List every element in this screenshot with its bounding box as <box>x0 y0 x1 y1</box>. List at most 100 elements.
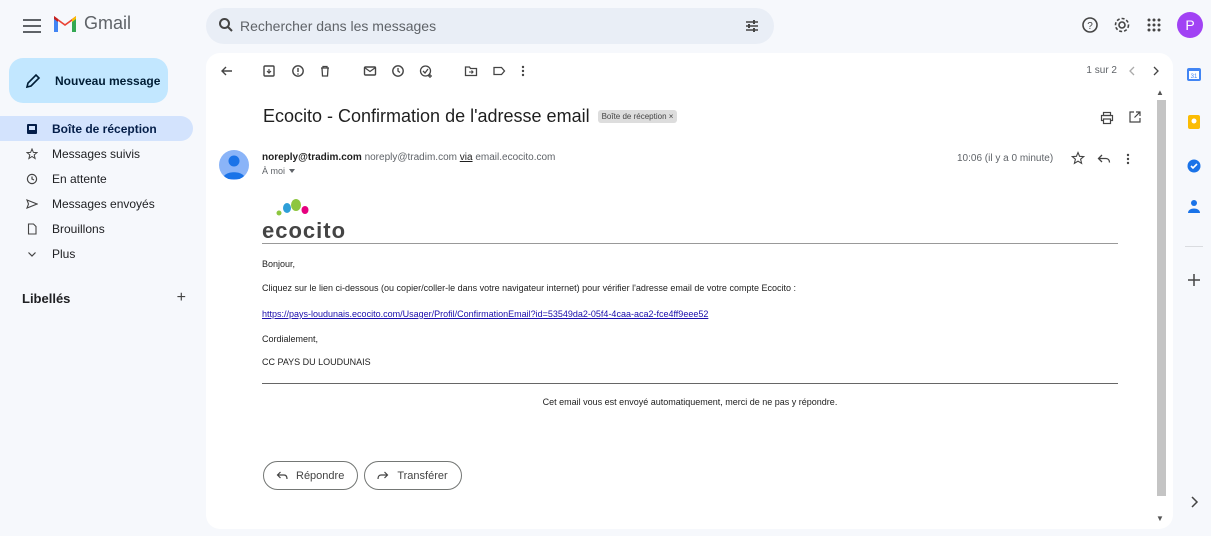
apps-grid-icon[interactable] <box>1145 16 1163 34</box>
sidebar-item-snoozed[interactable]: En attente <box>0 166 193 191</box>
message-subject-row: Ecocito - Confirmation de l'adresse emai… <box>263 106 678 127</box>
pagination-count: 1 sur 2 <box>1086 65 1117 76</box>
draft-icon <box>26 222 38 235</box>
back-arrow-icon[interactable] <box>220 64 234 78</box>
reply-arrow-icon <box>276 471 288 479</box>
search-input[interactable] <box>240 8 700 44</box>
open-in-new-window-icon[interactable] <box>1128 110 1142 124</box>
reply-button[interactable]: Répondre <box>263 461 359 490</box>
app-name: Gmail <box>84 13 132 33</box>
sidebar-item-more[interactable]: Plus <box>0 241 193 266</box>
sidebar-item-label: Messages suivis <box>52 146 141 161</box>
add-addon-plus-icon[interactable] <box>1186 272 1202 288</box>
top-bar: Gmail ? P <box>0 0 1211 52</box>
inbox-label-badge[interactable]: Boîte de réception × <box>597 110 678 123</box>
scroll-thumb[interactable] <box>1157 100 1166 496</box>
inbox-icon <box>26 123 38 135</box>
sidebar-item-sent[interactable]: Messages envoyés <box>0 191 193 216</box>
closing-text: Cordialement, <box>262 334 319 344</box>
greeting-text: Bonjour, <box>262 259 296 269</box>
main-menu-icon[interactable] <box>20 14 44 38</box>
recipient-label: À moi <box>262 166 286 176</box>
next-chevron-icon[interactable] <box>1150 64 1162 78</box>
contacts-icon[interactable] <box>1186 198 1202 214</box>
search-bar <box>206 8 774 44</box>
reply-icon[interactable] <box>1097 153 1111 165</box>
tasks-icon[interactable] <box>1186 158 1202 174</box>
message-more-icon[interactable] <box>1124 152 1132 166</box>
more-options-icon[interactable] <box>518 64 528 78</box>
sender-info: noreply@tradim.com noreply@tradim.com vi… <box>262 152 555 163</box>
sidebar-item-label: Brouillons <box>52 221 105 236</box>
sender-email: noreply@tradim.com <box>364 152 457 163</box>
ecocito-logo-icon <box>276 199 309 216</box>
keep-notes-icon[interactable] <box>1186 114 1202 130</box>
search-icon[interactable] <box>218 17 234 33</box>
email-body: ecocito Bonjour, Cliquez sur le lien ci-… <box>262 197 1118 407</box>
top-right-controls: ? P <box>1081 12 1203 38</box>
sender-avatar[interactable] <box>219 150 249 180</box>
scroll-up-arrow-icon[interactable]: ▲ <box>1156 88 1164 97</box>
send-icon <box>26 198 38 210</box>
label-icon[interactable] <box>492 64 506 78</box>
compose-label: Nouveau message <box>55 73 161 88</box>
labels-section: Libellés + <box>22 289 186 307</box>
star-icon[interactable] <box>1071 151 1085 165</box>
previous-chevron-icon[interactable] <box>1126 64 1138 78</box>
confirmation-link[interactable]: https://pays-loudunais.ecocito.com/Usage… <box>262 309 708 319</box>
search-options-icon[interactable] <box>744 18 760 34</box>
reply-label: Répondre <box>296 469 345 482</box>
forward-arrow-icon <box>377 471 389 479</box>
sidebar-nav: Boîte de réception Messages suivis En at… <box>0 116 195 266</box>
message-subject: Ecocito - Confirmation de l'adresse emai… <box>263 106 590 126</box>
gmail-logo[interactable]: Gmail <box>52 13 131 34</box>
sidebar-item-starred[interactable]: Messages suivis <box>0 141 193 166</box>
instruction-text: Cliquez sur le lien ci-dessous (ou copie… <box>262 283 796 293</box>
via-domain: email.ecocito.com <box>475 152 556 163</box>
sidebar-item-label: Boîte de réception <box>52 121 157 136</box>
footer-divider <box>262 383 1118 384</box>
side-panel-divider <box>1185 246 1203 247</box>
delete-trash-icon[interactable] <box>318 64 332 78</box>
expand-panel-chevron-icon[interactable] <box>1186 494 1202 510</box>
move-to-folder-icon[interactable] <box>464 64 478 78</box>
mark-unread-icon[interactable] <box>363 64 377 78</box>
message-toolbar: 1 sur 2 <box>206 53 1173 89</box>
via-link[interactable]: via <box>460 152 473 163</box>
message-time: 10:06 (il y a 0 minute) <box>957 153 1054 164</box>
ecocito-wordmark: ecocito <box>262 218 347 243</box>
print-icon[interactable] <box>1100 111 1114 125</box>
message-actions: Répondre Transférer <box>263 461 462 490</box>
snooze-clock-icon[interactable] <box>391 64 405 78</box>
report-spam-icon[interactable] <box>291 64 305 78</box>
clock-icon <box>26 173 38 185</box>
person-icon <box>223 155 245 179</box>
forward-button[interactable]: Transférer <box>364 461 462 490</box>
sidebar-item-label: Plus <box>52 246 76 261</box>
account-avatar[interactable]: P <box>1177 12 1203 38</box>
sender-name[interactable]: noreply@tradim.com <box>262 152 362 163</box>
side-panel: 31 <box>1180 60 1211 530</box>
settings-gear-icon[interactable] <box>1113 16 1131 34</box>
add-label-button[interactable]: + <box>177 289 186 307</box>
compose-button[interactable]: Nouveau message <box>9 58 168 103</box>
sidebar-item-label: En attente <box>52 171 107 186</box>
scroll-down-arrow-icon[interactable]: ▼ <box>1156 514 1164 523</box>
star-icon <box>26 147 38 160</box>
message-scrollbar[interactable]: ▲ ▼ <box>1154 88 1168 528</box>
recipient-details[interactable]: À moi <box>262 166 296 176</box>
sidebar-item-drafts[interactable]: Brouillons <box>0 216 193 241</box>
chevron-down-icon <box>26 248 38 260</box>
svg-text:?: ? <box>1087 21 1093 32</box>
auto-email-notice: Cet email vous est envoyé automatiquemen… <box>542 397 838 407</box>
help-icon[interactable]: ? <box>1081 16 1099 34</box>
gmail-logo-icon <box>54 15 76 32</box>
ecocito-brand: ecocito <box>262 197 1118 244</box>
forward-label: Transférer <box>397 469 448 482</box>
archive-icon[interactable] <box>262 64 276 78</box>
calendar-icon[interactable]: 31 <box>1186 66 1202 82</box>
add-task-icon[interactable] <box>419 64 433 78</box>
sidebar-item-inbox[interactable]: Boîte de réception <box>0 116 193 141</box>
pencil-icon <box>25 73 41 88</box>
sidebar-item-label: Messages envoyés <box>52 196 155 211</box>
